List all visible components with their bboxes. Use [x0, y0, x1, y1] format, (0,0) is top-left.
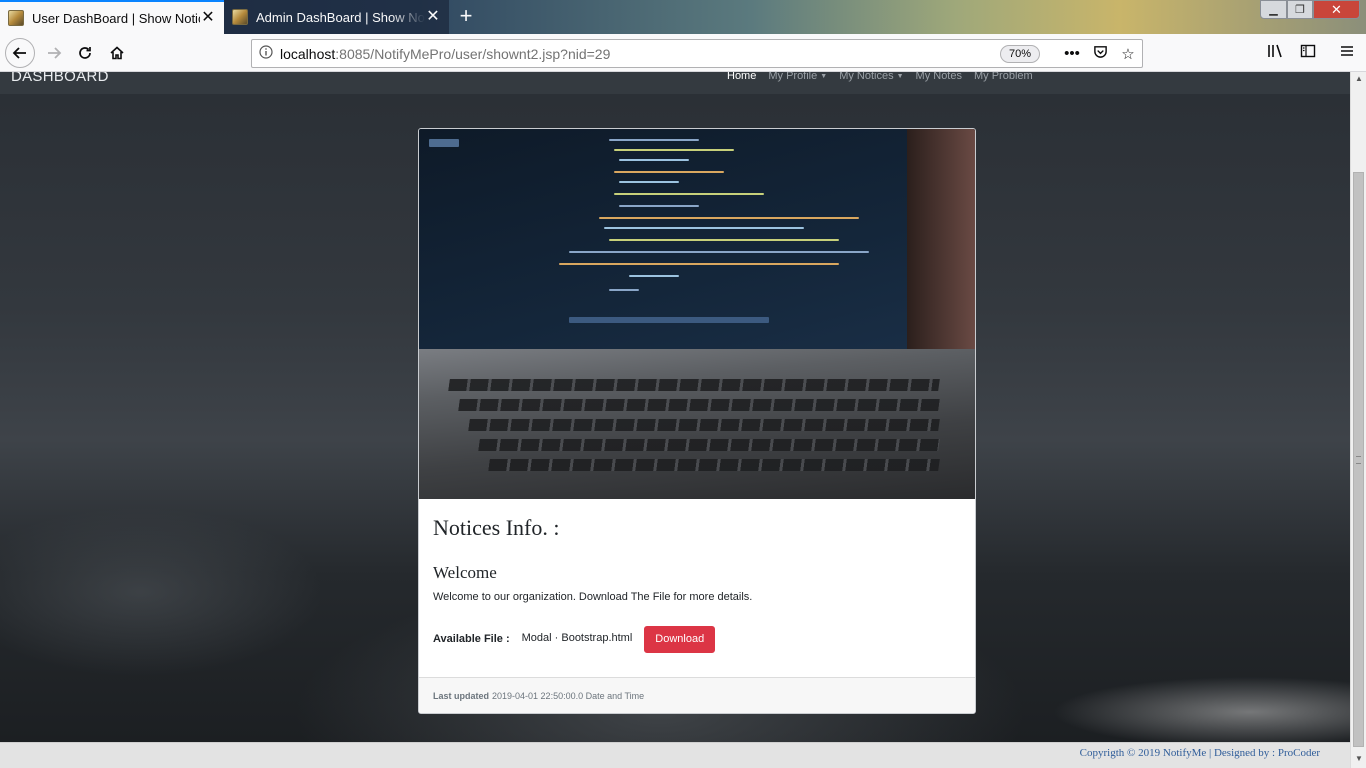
- laptop-keyboard-image: [419, 349, 975, 499]
- new-tab-button[interactable]: +: [454, 4, 478, 28]
- nav-item-my-notes[interactable]: My Notes: [916, 72, 962, 82]
- reload-button[interactable]: [71, 39, 99, 67]
- caret-down-icon: ▼: [820, 73, 828, 80]
- nav-item-label: Home: [727, 72, 757, 82]
- notice-card-title: Notices Info. :: [433, 515, 560, 540]
- forward-arrow-icon: [48, 47, 62, 59]
- laptop-screen-image: [419, 129, 975, 354]
- available-file-label: Available File :: [433, 633, 510, 645]
- scrollbar-grip-icon: [1356, 456, 1361, 464]
- laptop-bezel: [907, 129, 975, 364]
- site-navbar: DASHBOARD Home My Profile ▼ My Notices ▼ M…: [0, 72, 1350, 94]
- available-file-name: Modal · Bootstrap.html: [521, 632, 633, 644]
- caret-down-icon: ▼: [896, 73, 904, 80]
- library-icon[interactable]: [1265, 43, 1287, 65]
- home-icon: [110, 46, 124, 60]
- page-scrollbar[interactable]: ▲ ▼: [1350, 72, 1366, 768]
- site-favicon-icon: [232, 9, 248, 25]
- nav-item-my-notices[interactable]: My Notices ▼: [839, 72, 903, 82]
- notice-subject: Welcome: [433, 563, 497, 582]
- window-close-button[interactable]: ✕: [1313, 0, 1360, 19]
- tab-bar: User DashBoard | Show Notice ✕ Admin Das…: [0, 0, 1366, 34]
- browser-window: User DashBoard | Show Notice ✕ Admin Das…: [0, 0, 1366, 768]
- tab-close-icon[interactable]: ✕: [425, 9, 441, 25]
- available-file-row: Available File : Modal · Bootstrap.html …: [433, 625, 961, 653]
- scroll-up-icon[interactable]: ▲: [1354, 74, 1364, 83]
- tab-title: Admin DashBoard | Show Notice: [256, 9, 425, 25]
- nav-item-label: My Notices: [839, 72, 894, 82]
- page-content: DASHBOARD Home My Profile ▼ My Notices ▼ M…: [0, 72, 1350, 742]
- navbar-brand[interactable]: DASHBOARD: [11, 72, 109, 85]
- back-button[interactable]: [5, 38, 35, 68]
- more-actions-icon[interactable]: •••: [1058, 45, 1086, 62]
- nav-item-home[interactable]: Home: [727, 72, 756, 82]
- last-updated-value: 2019-04-01 22:50:00.0 Date and Time: [492, 690, 645, 701]
- nav-item-label: My Problem: [974, 72, 1033, 82]
- forward-button[interactable]: [40, 39, 68, 67]
- sidebar-icon[interactable]: [1297, 43, 1319, 65]
- browser-toolbar: localhost:8085/NotifyMePro/user/shownt2.…: [0, 34, 1366, 72]
- notice-card-image: [419, 129, 975, 499]
- window-minimize-button[interactable]: ▁: [1260, 0, 1287, 19]
- last-updated-label: Last updated: [433, 690, 490, 701]
- nav-item-my-problem[interactable]: My Problem: [974, 72, 1033, 82]
- notice-card-footer: Last updated 2019-04-01 22:50:00.0 Date …: [419, 677, 975, 713]
- info-icon[interactable]: [252, 45, 280, 62]
- url-text[interactable]: localhost:8085/NotifyMePro/user/shownt2.…: [280, 46, 1000, 62]
- tab-close-icon[interactable]: ✕: [200, 10, 216, 26]
- nav-item-label: My Notes: [915, 72, 962, 82]
- tab-title: User DashBoard | Show Notice: [32, 10, 200, 26]
- pocket-icon[interactable]: [1086, 44, 1114, 63]
- navbar-menu: Home My Profile ▼ My Notices ▼ My Notes My…: [727, 72, 1045, 82]
- bookmark-star-icon[interactable]: ☆: [1114, 45, 1142, 63]
- nav-item-my-profile[interactable]: My Profile ▼: [768, 72, 827, 82]
- window-maximize-button[interactable]: ❐: [1287, 0, 1313, 19]
- tab-admin-dashboard[interactable]: Admin DashBoard | Show Notice ✕: [224, 0, 449, 34]
- site-footer: Copyrigth © 2019 NotifyMe | Designed by …: [0, 742, 1350, 768]
- tab-user-dashboard[interactable]: User DashBoard | Show Notice ✕: [0, 0, 224, 34]
- url-bar[interactable]: localhost:8085/NotifyMePro/user/shownt2.…: [251, 39, 1143, 68]
- scrollbar-thumb[interactable]: [1353, 172, 1364, 747]
- reload-icon: [79, 47, 91, 59]
- url-host: localhost: [280, 45, 336, 62]
- site-favicon-icon: [8, 10, 24, 26]
- nav-item-label: My Profile: [768, 72, 818, 82]
- download-button[interactable]: Download: [644, 625, 716, 653]
- hamburger-menu-icon[interactable]: [1336, 43, 1358, 65]
- home-button[interactable]: [103, 39, 131, 67]
- scroll-down-icon[interactable]: ▼: [1354, 754, 1364, 763]
- back-arrow-icon: [12, 47, 26, 59]
- zoom-level-badge[interactable]: 70%: [999, 44, 1040, 63]
- notice-text: Welcome to our organization. Download Th…: [433, 591, 753, 603]
- notice-card-body: Notices Info. : Welcome Welcome to our o…: [419, 499, 975, 653]
- notice-card: Notices Info. : Welcome Welcome to our o…: [418, 128, 976, 714]
- url-path: :8085/NotifyMePro/user/shownt2.jsp?nid=2…: [335, 45, 611, 62]
- footer-copyright: Copyrigth © 2019 NotifyMe | Designed by …: [1079, 747, 1320, 759]
